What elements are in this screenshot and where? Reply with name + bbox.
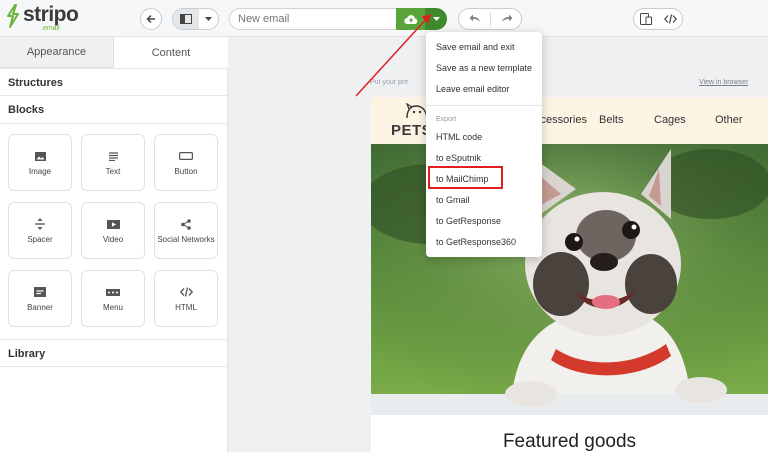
block-label: HTML (175, 303, 197, 312)
menu-item-getresponse[interactable]: to GetResponse (436, 216, 501, 226)
block-spacer[interactable]: Spacer (8, 202, 72, 259)
block-image[interactable]: Image (8, 134, 72, 191)
code-icon (179, 287, 193, 297)
logo-mark-icon (7, 4, 19, 28)
pet-logo-icon (406, 103, 428, 119)
stripo-logo[interactable]: stripo .email (6, 3, 92, 33)
spacer-icon (35, 218, 45, 230)
block-social-networks[interactable]: Social Networks (154, 202, 218, 259)
text-icon (108, 151, 118, 161)
code-icon (663, 14, 677, 24)
top-toolbar: stripo .email (0, 0, 768, 37)
block-label: Social Networks (157, 235, 215, 244)
logo-word: stripo (23, 3, 79, 26)
email-name-input[interactable] (229, 8, 396, 30)
caret-down-icon (205, 16, 212, 21)
button-icon (179, 152, 193, 160)
mobile-view-icon (640, 13, 652, 25)
save-button[interactable] (396, 8, 425, 30)
nav-item-accessories[interactable]: ccessories (535, 114, 587, 126)
block-menu[interactable]: Menu (81, 270, 145, 327)
left-panel: Appearance Content Structures Blocks Ima… (0, 37, 228, 452)
banner-icon (34, 287, 46, 297)
menu-item-html-code[interactable]: HTML code (436, 132, 482, 142)
featured-heading: Featured goods (502, 431, 637, 452)
layout-toggle-button[interactable] (172, 8, 219, 30)
nav-item-cages[interactable]: Cages (654, 114, 686, 126)
save-options-dropdown-button[interactable] (425, 8, 447, 30)
cloud-upload-icon (403, 14, 417, 24)
block-label: Menu (102, 303, 123, 312)
undo-button[interactable] (459, 9, 490, 29)
section-blocks[interactable]: Blocks (0, 96, 228, 124)
logo-sub: .email (41, 25, 60, 32)
menu-export-header: Export (436, 116, 457, 123)
code-view-button[interactable] (658, 9, 682, 29)
block-banner[interactable]: Banner (8, 270, 72, 327)
menu-item-save-as-template[interactable]: Save as a new template (436, 63, 532, 73)
undo-icon (469, 14, 480, 22)
view-controls (633, 8, 683, 30)
block-video[interactable]: Video (81, 202, 145, 259)
image-icon (34, 151, 46, 161)
block-label: Button (174, 167, 198, 176)
menu-item-getresponse360[interactable]: to GetResponse360 (436, 237, 516, 247)
section-library[interactable]: Library (0, 339, 228, 367)
video-icon (106, 219, 120, 229)
back-button[interactable] (140, 8, 162, 30)
share-icon (181, 218, 191, 230)
menu-icon (106, 288, 120, 296)
block-label: Banner (27, 303, 53, 312)
tab-content[interactable]: Content (114, 37, 228, 68)
mobile-view-button[interactable] (634, 9, 658, 29)
block-label: Spacer (27, 235, 53, 244)
history-controls (458, 8, 522, 30)
menu-item-gmail[interactable]: to Gmail (436, 195, 470, 205)
tab-appearance[interactable]: Appearance (0, 37, 114, 68)
block-text[interactable]: Text (81, 134, 145, 191)
block-label: Text (105, 167, 121, 176)
section-structures[interactable]: Structures (0, 68, 228, 96)
back-arrow-icon (146, 14, 155, 24)
block-button[interactable]: Button (154, 134, 218, 191)
layout-icon (180, 14, 192, 24)
mailchimp-highlight-box (428, 166, 503, 189)
redo-button[interactable] (491, 9, 522, 29)
block-html[interactable]: HTML (154, 270, 218, 327)
menu-item-save-and-exit[interactable]: Save email and exit (436, 42, 515, 52)
nav-item-belts[interactable]: Belts (599, 114, 623, 126)
redo-icon (501, 14, 512, 22)
save-options-menu: Save email and exit Save as a new templa… (426, 32, 542, 257)
block-label: Image (28, 167, 52, 176)
panel-tabs: Appearance Content (0, 37, 228, 68)
menu-divider (426, 105, 542, 106)
caret-down-icon (432, 16, 440, 21)
preheader-text: Put your pre (370, 79, 409, 86)
menu-item-leave-editor[interactable]: Leave email editor (436, 84, 510, 94)
nav-item-other[interactable]: Other (715, 114, 743, 126)
block-label: Video (102, 235, 124, 244)
view-in-browser-link[interactable]: View in browser (699, 79, 748, 86)
menu-item-esputnik[interactable]: to eSputnik (436, 153, 481, 163)
